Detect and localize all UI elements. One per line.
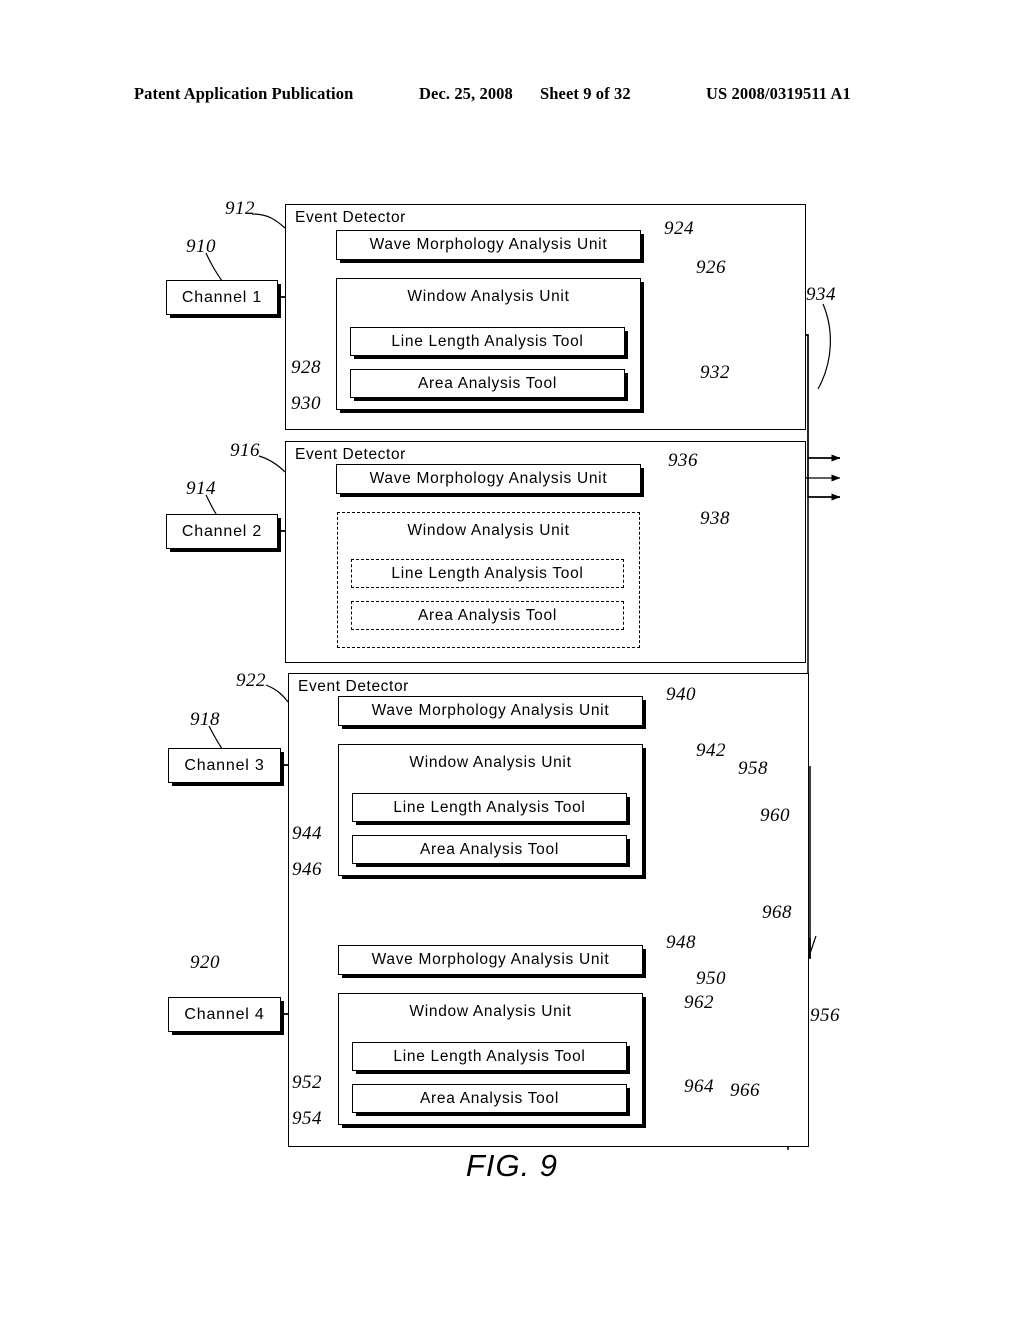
window-analysis-unit-1-label: Window Analysis Unit xyxy=(407,288,570,305)
ref-926: 926 xyxy=(696,257,726,278)
ref-948: 948 xyxy=(666,932,696,953)
wave-morphology-analysis-unit-2[interactable]: Wave Morphology Analysis Unit xyxy=(336,464,641,494)
area-analysis-tool-4[interactable]: Area Analysis Tool xyxy=(352,1084,627,1113)
ref-944: 944 xyxy=(292,823,322,844)
window-analysis-unit-3-label: Window Analysis Unit xyxy=(409,754,572,771)
ref-958: 958 xyxy=(738,758,768,779)
channel-4-box[interactable]: Channel 4 xyxy=(168,997,281,1032)
area-analysis-tool-1-label: Area Analysis Tool xyxy=(418,374,557,392)
ref-942: 942 xyxy=(696,740,726,761)
ref-940: 940 xyxy=(666,684,696,705)
figure-9-diagram: Channel 1 Event Detector Wave Morphology… xyxy=(0,0,1024,1320)
area-analysis-tool-3-label: Area Analysis Tool xyxy=(420,840,559,858)
wave-morphology-analysis-unit-3[interactable]: Wave Morphology Analysis Unit xyxy=(338,696,643,726)
wave-morphology-analysis-unit-4[interactable]: Wave Morphology Analysis Unit xyxy=(338,945,643,975)
channel-1-label: Channel 1 xyxy=(181,288,263,306)
wave-morphology-analysis-unit-2-label: Wave Morphology Analysis Unit xyxy=(369,470,608,487)
line-length-analysis-tool-2[interactable]: Line Length Analysis Tool xyxy=(351,559,624,588)
line-length-analysis-tool-4-label: Line Length Analysis Tool xyxy=(393,1047,586,1065)
ref-932: 932 xyxy=(700,362,730,383)
event-detector-1-label: Event Detector xyxy=(295,209,406,226)
channel-1-box[interactable]: Channel 1 xyxy=(166,280,278,315)
line-length-analysis-tool-1-label: Line Length Analysis Tool xyxy=(391,332,584,350)
line-length-analysis-tool-2-label: Line Length Analysis Tool xyxy=(391,564,584,582)
ref-966: 966 xyxy=(730,1080,760,1101)
ref-918: 918 xyxy=(190,709,220,730)
window-analysis-unit-4-label: Window Analysis Unit xyxy=(409,1003,572,1020)
ref-964: 964 xyxy=(684,1076,714,1097)
ref-968: 968 xyxy=(762,902,792,923)
ref-910: 910 xyxy=(186,236,216,257)
ref-960: 960 xyxy=(760,805,790,826)
ref-916: 916 xyxy=(230,440,260,461)
ref-956: 956 xyxy=(810,1005,840,1026)
figure-caption: FIG. 9 xyxy=(465,1148,559,1183)
area-analysis-tool-3[interactable]: Area Analysis Tool xyxy=(352,835,627,864)
channel-3-label: Channel 3 xyxy=(184,756,265,774)
area-analysis-tool-1[interactable]: Area Analysis Tool xyxy=(350,369,625,398)
wave-morphology-analysis-unit-3-label: Wave Morphology Analysis Unit xyxy=(371,702,610,719)
window-analysis-unit-2-label: Window Analysis Unit xyxy=(407,522,570,539)
wave-morphology-analysis-unit-1[interactable]: Wave Morphology Analysis Unit xyxy=(336,230,641,260)
area-analysis-tool-2[interactable]: Area Analysis Tool xyxy=(351,601,624,630)
ref-912: 912 xyxy=(225,198,255,219)
ref-954: 954 xyxy=(292,1108,322,1129)
area-analysis-tool-2-label: Area Analysis Tool xyxy=(418,606,557,624)
ref-934: 934 xyxy=(806,284,836,305)
ref-920: 920 xyxy=(190,952,220,973)
channel-3-box[interactable]: Channel 3 xyxy=(168,748,281,783)
ref-950: 950 xyxy=(696,968,726,989)
ref-946: 946 xyxy=(292,859,322,880)
ref-928: 928 xyxy=(291,357,321,378)
ref-924: 924 xyxy=(664,218,694,239)
wave-morphology-analysis-unit-4-label: Wave Morphology Analysis Unit xyxy=(371,951,610,968)
ref-922: 922 xyxy=(236,670,266,691)
channel-2-box[interactable]: Channel 2 xyxy=(166,514,278,549)
event-detector-3-label: Event Detector xyxy=(298,678,409,695)
ref-938: 938 xyxy=(700,508,730,529)
line-length-analysis-tool-3[interactable]: Line Length Analysis Tool xyxy=(352,793,627,822)
area-analysis-tool-4-label: Area Analysis Tool xyxy=(420,1089,559,1107)
ref-936: 936 xyxy=(668,450,698,471)
event-detector-2-label: Event Detector xyxy=(295,446,406,463)
ref-952: 952 xyxy=(292,1072,322,1093)
ref-914: 914 xyxy=(186,478,216,499)
ref-962: 962 xyxy=(684,992,714,1013)
wave-morphology-analysis-unit-1-label: Wave Morphology Analysis Unit xyxy=(369,236,608,253)
ref-930: 930 xyxy=(291,393,321,414)
line-length-analysis-tool-4[interactable]: Line Length Analysis Tool xyxy=(352,1042,627,1071)
line-length-analysis-tool-1[interactable]: Line Length Analysis Tool xyxy=(350,327,625,356)
channel-4-label: Channel 4 xyxy=(184,1005,265,1023)
channel-2-label: Channel 2 xyxy=(181,522,263,540)
line-length-analysis-tool-3-label: Line Length Analysis Tool xyxy=(393,798,586,816)
